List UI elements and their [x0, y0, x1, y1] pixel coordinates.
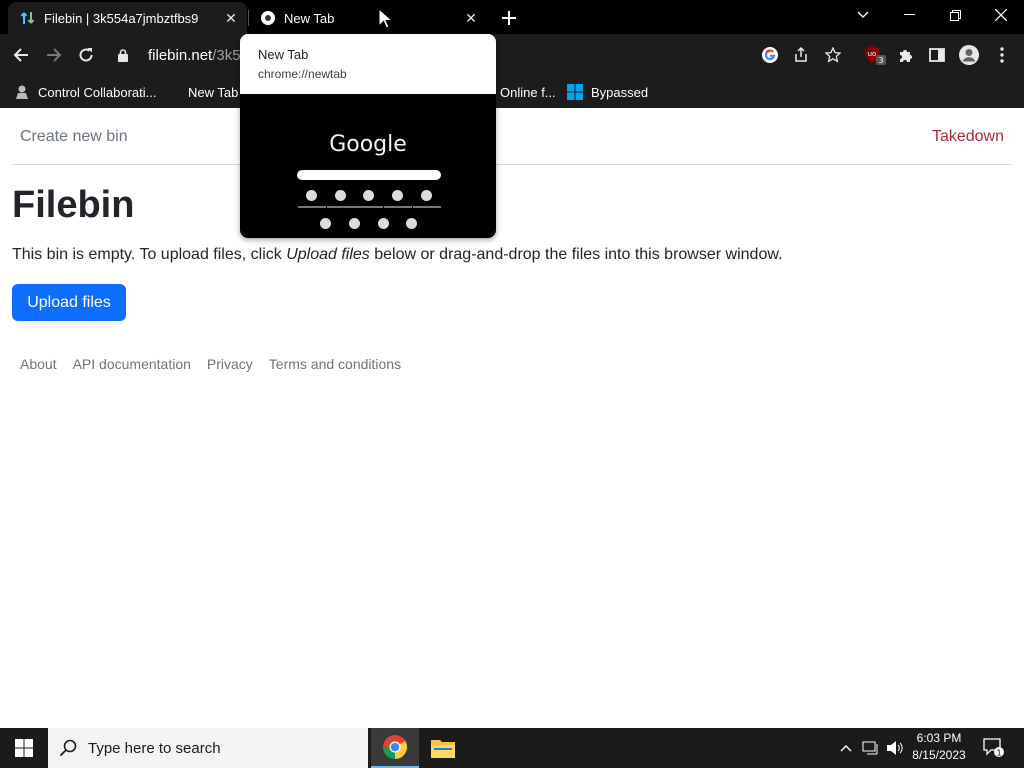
notification-center-icon: 1	[983, 738, 1004, 758]
page-content: Create new bin Takedown Filebin This bin…	[0, 108, 1024, 728]
new-tab-button[interactable]	[497, 6, 521, 30]
close-tab-icon[interactable]: ✕	[221, 8, 241, 28]
network-icon[interactable]	[860, 728, 882, 768]
close-tab-icon[interactable]: ✕	[461, 8, 481, 28]
preview-shortcut	[406, 218, 417, 229]
preview-label-line	[355, 206, 383, 208]
takedown-link[interactable]: Takedown	[932, 128, 1004, 146]
tab-hover-card: New Tab chrome://newtab Google	[240, 34, 496, 238]
preview-google-logo: Google	[329, 132, 407, 157]
bookmark-label: Bypassed	[591, 84, 649, 100]
preview-shortcut	[421, 190, 432, 201]
preview-label-line	[327, 206, 355, 208]
privacy-link[interactable]: Privacy	[207, 356, 253, 372]
folder-icon	[431, 740, 455, 758]
extension-badge: 3	[878, 56, 883, 65]
search-placeholder: Type here to search	[88, 739, 221, 757]
message-text: below or drag-and-drop the files into th…	[369, 246, 783, 263]
tab-preview-thumbnail: Google	[240, 94, 496, 238]
volume-icon[interactable]	[884, 728, 906, 768]
preview-shortcut	[320, 218, 331, 229]
message-text: This bin is empty. To upload files, clic…	[12, 246, 287, 263]
browser-toolbar: filebin.net/3k554 uo 3	[0, 34, 1024, 76]
screen-sharing-icon	[14, 84, 30, 100]
bookmark-online[interactable]: Online f...	[500, 82, 556, 102]
windows-start-icon	[15, 739, 33, 757]
tab-title: New Tab	[284, 10, 335, 26]
preview-label-line	[413, 206, 441, 208]
bookmark-label: New Tab	[188, 84, 239, 100]
notification-count: 1	[996, 749, 1001, 758]
extensions-puzzle-icon[interactable]	[891, 40, 921, 70]
windows-logo-icon	[567, 84, 583, 100]
filebin-favicon-icon	[20, 10, 36, 26]
empty-bin-message: This bin is empty. To upload files, clic…	[12, 246, 782, 264]
bookmark-bypassed[interactable]: Bypassed	[567, 82, 648, 102]
preview-shortcut	[378, 218, 389, 229]
reload-button[interactable]	[71, 40, 101, 70]
show-hidden-icons-chevron[interactable]	[836, 728, 856, 768]
side-panel-icon[interactable]	[922, 40, 952, 70]
bookmark-star-icon[interactable]	[818, 40, 848, 70]
taskbar-chrome-app[interactable]	[371, 728, 419, 768]
hover-card-title: New Tab	[258, 47, 309, 62]
notifications-button[interactable]: 1	[980, 728, 1008, 768]
bookmark-control-collaboration[interactable]: Control Collaborati...	[14, 82, 157, 102]
tab-new-tab[interactable]: New Tab ✕	[248, 2, 487, 34]
preview-shortcut	[335, 190, 346, 201]
message-emphasis: Upload files	[286, 246, 370, 263]
page-title: Filebin	[12, 184, 135, 226]
restore-button[interactable]	[932, 0, 978, 30]
mouse-cursor-icon	[378, 7, 394, 35]
search-icon	[48, 739, 88, 757]
bookmark-label: Online f...	[500, 84, 556, 100]
back-button[interactable]	[6, 40, 36, 70]
forward-button[interactable]	[39, 40, 69, 70]
preview-search-box	[297, 170, 441, 180]
tab-filebin[interactable]: Filebin | 3k554a7jmbztfbs9 ✕	[8, 2, 247, 34]
api-documentation-link[interactable]: API documentation	[73, 356, 191, 372]
lock-icon	[118, 48, 136, 62]
chrome-logo-icon	[383, 735, 408, 759]
terms-link[interactable]: Terms and conditions	[269, 356, 401, 372]
clock-time: 6:03 PM	[916, 731, 962, 745]
clock-date: 8/15/2023	[912, 748, 966, 762]
tab-title: Filebin | 3k554a7jmbztfbs9	[44, 10, 199, 26]
bookmark-label: Control Collaborati...	[38, 84, 157, 100]
upload-files-button[interactable]: Upload files	[12, 284, 126, 321]
url-host: filebin.net	[148, 46, 213, 64]
preview-shortcut	[306, 190, 317, 201]
bookmark-new-tab[interactable]: New Tab	[188, 82, 238, 102]
ublock-extension-icon[interactable]: uo 3	[860, 40, 890, 70]
hover-card-url: chrome://newtab	[258, 67, 347, 81]
menu-kebab-icon[interactable]	[987, 40, 1017, 70]
tab-strip: Filebin | 3k554a7jmbztfbs9 ✕ New Tab ✕	[0, 0, 1024, 34]
svg-text:uo: uo	[868, 50, 877, 58]
preview-shortcut	[392, 190, 403, 201]
about-link[interactable]: About	[20, 356, 57, 372]
minimize-button[interactable]	[886, 0, 932, 30]
profile-avatar-icon[interactable]	[954, 40, 984, 70]
preview-shortcut	[363, 190, 374, 201]
footer-links: About API documentation Privacy Terms an…	[20, 356, 401, 372]
bookmarks-bar: Control Collaborati... New Tab Online f.…	[0, 76, 1024, 108]
top-navigation: Create new bin Takedown	[12, 108, 1012, 165]
preview-label-line	[384, 206, 412, 208]
share-icon[interactable]	[786, 40, 816, 70]
taskbar-clock[interactable]: 6:03 PM 8/15/2023	[906, 730, 972, 764]
chrome-icon	[260, 10, 276, 26]
taskbar-search-box[interactable]: Type here to search	[48, 728, 368, 768]
google-lens-icon[interactable]	[755, 40, 785, 70]
close-window-button[interactable]	[978, 0, 1024, 30]
preview-shortcut	[349, 218, 360, 229]
preview-label-line	[298, 206, 326, 208]
start-button[interactable]	[0, 728, 48, 768]
create-new-bin-link[interactable]: Create new bin	[20, 128, 128, 146]
taskbar-file-explorer[interactable]	[419, 728, 467, 768]
tab-search-icon[interactable]	[840, 0, 886, 30]
windows-taskbar: Type here to search 6:03 PM 8/15/2023 1	[0, 728, 1024, 768]
